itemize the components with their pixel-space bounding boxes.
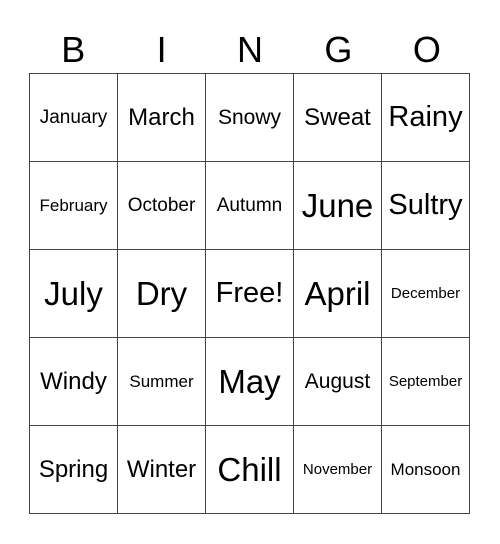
- bingo-cell[interactable]: Dry: [118, 250, 206, 338]
- bingo-cell[interactable]: Snowy: [206, 74, 294, 162]
- bingo-cell[interactable]: November: [294, 426, 382, 514]
- header-letter-b: B: [61, 29, 86, 70]
- bingo-cell[interactable]: August: [294, 338, 382, 426]
- header-letter-i: I: [156, 29, 167, 70]
- free-space-cell[interactable]: Free!: [206, 250, 294, 338]
- header-letter-g: G: [324, 29, 353, 70]
- bingo-cell[interactable]: July: [30, 250, 118, 338]
- bingo-cell[interactable]: Sweat: [294, 74, 382, 162]
- bingo-cell[interactable]: Monsoon: [382, 426, 470, 514]
- bingo-cell[interactable]: March: [118, 74, 206, 162]
- bingo-cell[interactable]: September: [382, 338, 470, 426]
- bingo-cell[interactable]: January: [30, 74, 118, 162]
- bingo-grid: January March Snowy Sweat Rainy February…: [29, 73, 470, 514]
- bingo-cell[interactable]: May: [206, 338, 294, 426]
- bingo-cell[interactable]: Sultry: [382, 162, 470, 250]
- bingo-cell[interactable]: Autumn: [206, 162, 294, 250]
- bingo-header: B I N G O: [29, 30, 471, 70]
- bingo-cell[interactable]: February: [30, 162, 118, 250]
- bingo-cell[interactable]: December: [382, 250, 470, 338]
- bingo-cell[interactable]: April: [294, 250, 382, 338]
- bingo-cell[interactable]: Spring: [30, 426, 118, 514]
- bingo-cell[interactable]: June: [294, 162, 382, 250]
- bingo-cell[interactable]: Chill: [206, 426, 294, 514]
- bingo-cell[interactable]: Summer: [118, 338, 206, 426]
- header-letter-o: O: [412, 29, 441, 70]
- header-letter-n: N: [237, 29, 264, 70]
- bingo-cell[interactable]: October: [118, 162, 206, 250]
- bingo-cell[interactable]: Windy: [30, 338, 118, 426]
- bingo-cell[interactable]: Winter: [118, 426, 206, 514]
- bingo-cell[interactable]: Rainy: [382, 74, 470, 162]
